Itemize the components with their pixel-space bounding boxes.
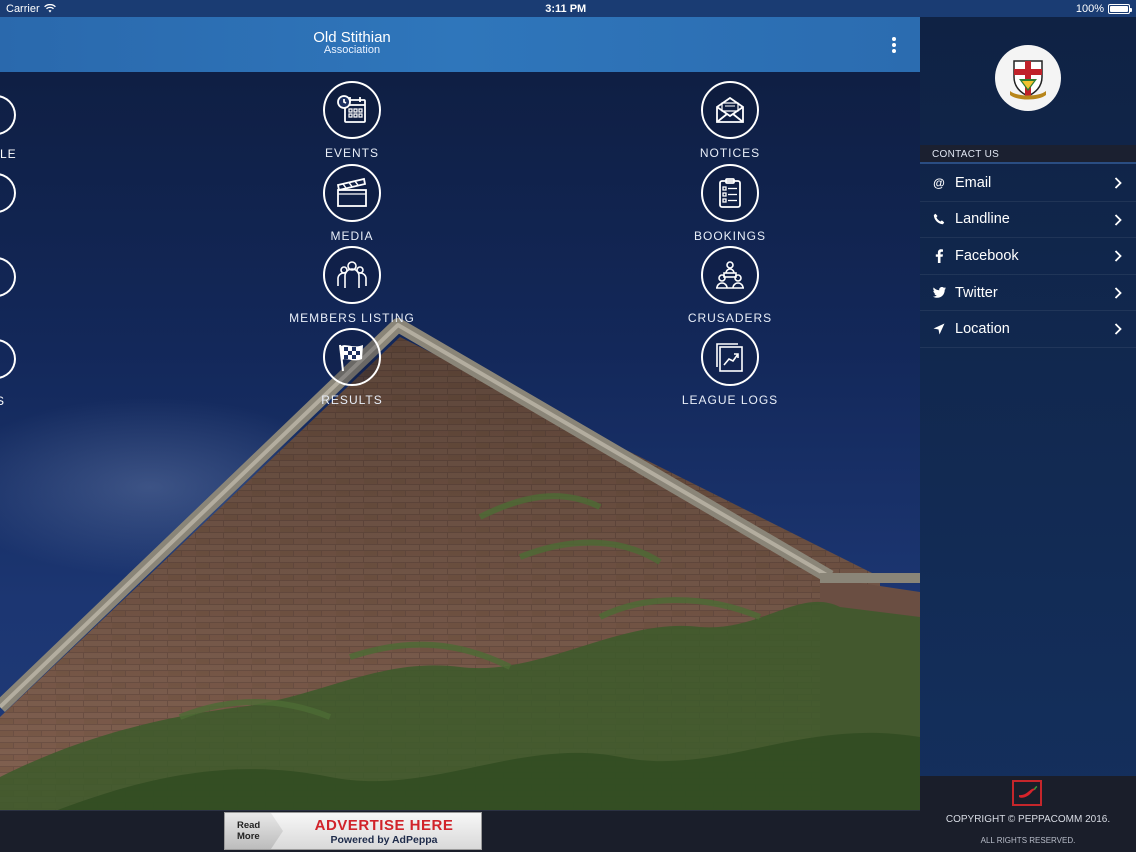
team-icon bbox=[701, 246, 759, 304]
contact-item-location[interactable]: Location bbox=[920, 311, 1136, 348]
envelope-icon bbox=[701, 81, 759, 139]
contact-label: Email bbox=[955, 174, 992, 191]
status-left: Carrier bbox=[6, 3, 56, 15]
chevron-right-icon bbox=[1114, 323, 1122, 336]
contact-item-facebook[interactable]: Facebook bbox=[920, 238, 1136, 275]
tile-label: EVENTS bbox=[324, 146, 379, 160]
clapperboard-icon bbox=[323, 164, 381, 222]
header-subtitle: Association bbox=[323, 44, 381, 56]
tile-events[interactable]: EVENTS bbox=[272, 81, 432, 163]
header-title: Old Stithian bbox=[313, 29, 391, 46]
side-footer: COPYRIGHT © PEPPACOMM 2016. ALL RIGHTS R… bbox=[920, 776, 1136, 852]
tile-label: LEAGUE LOGS bbox=[681, 393, 779, 407]
battery-percent: 100% bbox=[1075, 2, 1104, 15]
tile-label: NOTICES bbox=[699, 146, 761, 160]
twitter-icon bbox=[932, 286, 946, 300]
checkered-flag-icon bbox=[323, 328, 381, 386]
chevron-right-icon bbox=[1114, 287, 1122, 299]
contact-list: @ Email Landline Facebook Twitter Locati… bbox=[920, 165, 1136, 348]
chart-icon bbox=[701, 328, 759, 386]
at-icon: @ bbox=[933, 175, 945, 190]
club-logo bbox=[995, 45, 1061, 111]
calendar-icon bbox=[323, 81, 381, 139]
clipboard-icon bbox=[701, 164, 759, 222]
contact-label: Location bbox=[955, 321, 1010, 338]
ad-powered-by: Powered by AdPeppa bbox=[330, 834, 438, 846]
wifi-icon bbox=[43, 4, 56, 13]
tile-crusaders[interactable]: CRUSADERS bbox=[650, 246, 810, 328]
side-panel: CONTACT US @ Email Landline Facebook Twi… bbox=[920, 17, 1136, 852]
chevron-right-icon bbox=[1114, 213, 1122, 226]
status-right: 100% bbox=[1075, 2, 1132, 15]
tile-notices[interactable]: NOTICES bbox=[650, 81, 810, 163]
tile-results[interactable]: RESULTS bbox=[272, 328, 432, 410]
tile-label: MEMBERS LISTING bbox=[289, 311, 415, 325]
footer-rights: ALL RIGHTS RESERVED. bbox=[980, 836, 1076, 845]
app-screen: Carrier 3:11 PM 100% Old Stithian Associ… bbox=[0, 0, 1136, 852]
people-icon bbox=[323, 246, 381, 304]
status-time: 3:11 PM bbox=[545, 2, 587, 15]
peppacomm-logo[interactable] bbox=[1012, 780, 1042, 806]
tile-media[interactable]: MEDIA bbox=[272, 164, 432, 246]
chevron-right-icon bbox=[1114, 250, 1122, 262]
read-more-badge[interactable]: Read More bbox=[225, 813, 283, 849]
footer-copyright: COPYRIGHT © PEPPACOMM 2016. bbox=[945, 814, 1111, 825]
offscreen-tile-label-4: S bbox=[0, 394, 5, 408]
contact-item-landline[interactable]: Landline bbox=[920, 202, 1136, 239]
main-panel: Old Stithian Association LE S EVENTS NOT… bbox=[0, 17, 920, 852]
tile-league-logs[interactable]: LEAGUE LOGS bbox=[650, 328, 810, 410]
read-more-label: Read More bbox=[237, 820, 261, 842]
tile-label: RESULTS bbox=[321, 393, 383, 407]
dot bbox=[892, 49, 896, 53]
contact-label: Facebook bbox=[955, 247, 1019, 264]
contact-label: Landline bbox=[955, 211, 1010, 228]
chevron-right-icon bbox=[1114, 177, 1122, 189]
app-header: Old Stithian Association bbox=[0, 17, 920, 72]
facebook-icon bbox=[932, 249, 946, 263]
contact-item-twitter[interactable]: Twitter bbox=[920, 275, 1136, 312]
carrier-label: Carrier bbox=[6, 2, 40, 15]
chili-pepper-icon bbox=[1019, 785, 1038, 798]
contact-section-header: CONTACT US bbox=[920, 145, 1136, 164]
offscreen-tile-label-1: LE bbox=[0, 147, 17, 161]
more-menu-button[interactable] bbox=[888, 37, 900, 53]
contact-item-email[interactable]: @ Email bbox=[920, 165, 1136, 202]
battery-icon bbox=[1107, 3, 1132, 14]
location-arrow-icon bbox=[932, 322, 946, 336]
contact-label: Twitter bbox=[955, 284, 998, 301]
ad-bar: Read More ADVERTISE HERE Powered by AdPe… bbox=[0, 810, 920, 852]
tile-label: BOOKINGS bbox=[693, 229, 766, 243]
crest-icon bbox=[1010, 60, 1046, 100]
ad-banner[interactable]: Read More ADVERTISE HERE Powered by AdPe… bbox=[224, 812, 482, 850]
status-bar: Carrier 3:11 PM 100% bbox=[0, 0, 1136, 17]
tile-members-listing[interactable]: MEMBERS LISTING bbox=[272, 246, 432, 328]
tile-label: CRUSADERS bbox=[687, 311, 773, 325]
dot bbox=[892, 37, 896, 41]
dot bbox=[892, 43, 896, 47]
ad-headline: ADVERTISE HERE bbox=[314, 817, 454, 834]
phone-icon bbox=[932, 212, 946, 226]
tile-bookings[interactable]: BOOKINGS bbox=[650, 164, 810, 246]
tile-label: MEDIA bbox=[330, 229, 374, 243]
